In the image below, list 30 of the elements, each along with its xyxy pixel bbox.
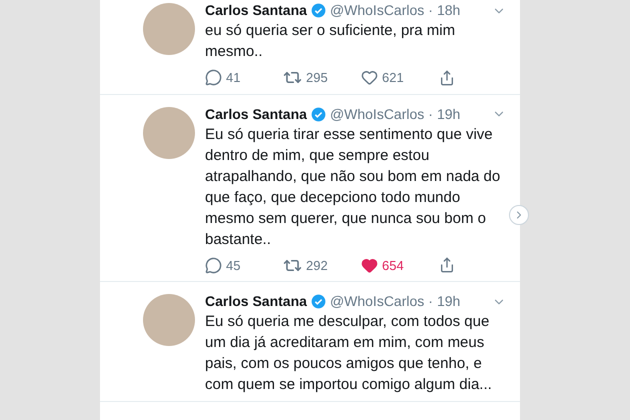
reply-icon[interactable] [205, 69, 222, 86]
user-name[interactable]: Carlos Santana [205, 104, 307, 124]
reply-count: 45 [226, 256, 240, 274]
retweet-count: 295 [306, 69, 328, 87]
tweet-text: Eu só queria me desculpar, com todos que um dia já acreditaram em mim, com meus pais, com os poucos amigos que tenho, e com quem se importou comigo algum dia... [205, 312, 493, 395]
user-handle[interactable]: @WhoIsCarlos [330, 1, 424, 20]
user-handle[interactable]: @WhoIsCarlos [330, 292, 424, 311]
separator-dot: · [428, 104, 433, 124]
share-icon[interactable] [439, 257, 455, 274]
tweet-time[interactable]: 19h [436, 292, 460, 311]
verified-badge-icon [310, 3, 326, 18]
tweet-text: Eu só queria tirar esse sentimento que vive dentro de mim, que sempre estou atrapalhando, que não sou bom em nada do que faço, que decepciono todo mundo mesmo sem querer, que nunca sou bom o bastante.. [205, 124, 502, 250]
tweet-time[interactable]: 19h [436, 104, 460, 124]
verified-badge-icon [310, 294, 326, 309]
tweet-text: eu só queria ser o suficiente, pra mim mesmo.. [205, 21, 456, 62]
tweet-time[interactable]: 18h [436, 1, 460, 20]
separator-dot: · [428, 1, 433, 20]
verified-badge-icon [310, 106, 326, 122]
like-icon[interactable] [361, 256, 378, 274]
like-count: 654 [382, 256, 404, 274]
separator-dot: · [428, 292, 433, 311]
retweet-count: 292 [306, 256, 328, 274]
user-name[interactable]: Carlos Santana [205, 1, 307, 20]
user-name[interactable]: Carlos Santana [205, 292, 307, 311]
reply-count: 41 [226, 69, 240, 87]
like-icon[interactable] [361, 69, 378, 86]
share-icon[interactable] [439, 70, 455, 86]
user-handle[interactable]: @WhoIsCarlos [330, 104, 424, 124]
reply-icon[interactable] [205, 256, 222, 274]
like-count: 621 [382, 69, 404, 87]
